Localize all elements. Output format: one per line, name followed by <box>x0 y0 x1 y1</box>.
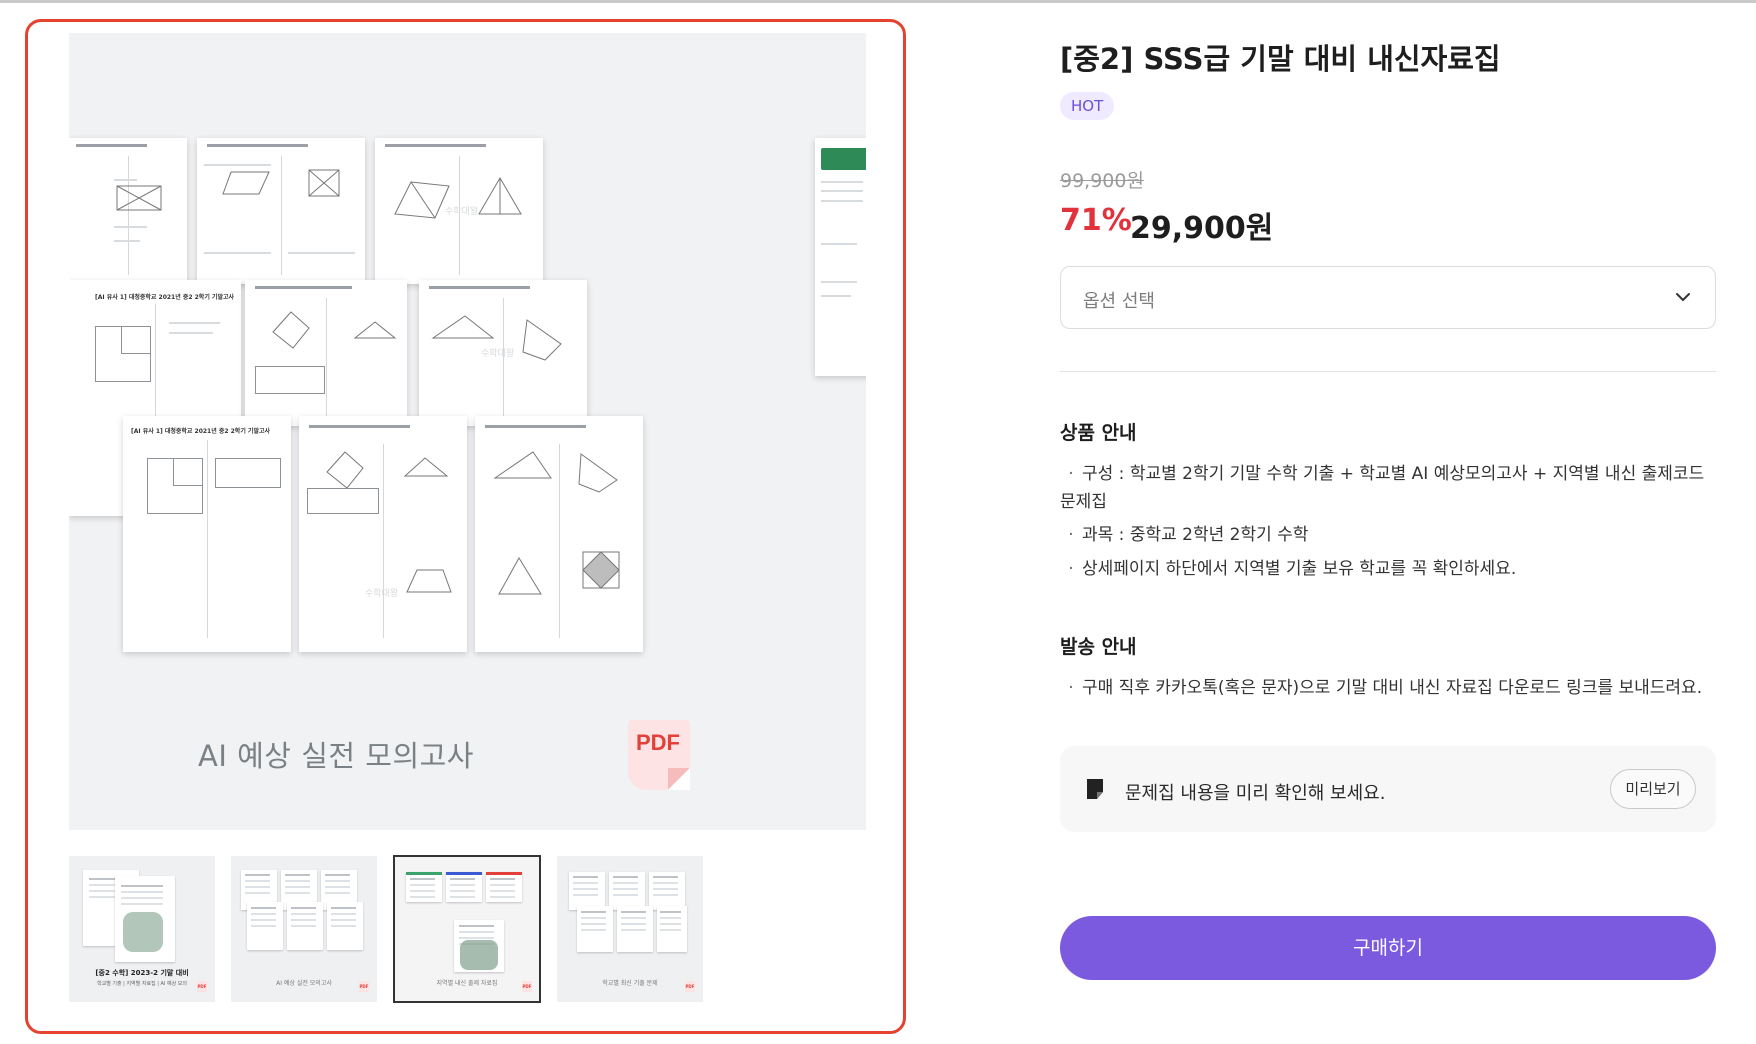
pdf-icon: PDF <box>628 720 690 790</box>
pdf-icon: PDF <box>359 981 369 992</box>
pdf-icon: PDF <box>685 981 695 992</box>
main-product-image[interactable]: 수학대왕 [AI 유사 1] 대청중학교 2021년 중2 2학기 기말고사 수… <box>69 33 866 830</box>
preview-box: 문제집 내용을 미리 확인해 보세요. 미리보기 <box>1060 746 1716 832</box>
preview-sheet-partial <box>815 138 866 376</box>
sheet-title: [AI 유사 1] 대청중학교 2021년 중2 2학기 기말고사 <box>131 428 271 435</box>
thumbnail-caption: AI 예상 실전 모의고사 <box>276 980 332 987</box>
chevron-down-icon <box>1676 293 1690 301</box>
preview-sheet: [AI 유사 1] 대청중학교 2021년 중2 2학기 기말고사 <box>123 416 291 652</box>
buy-button[interactable]: 구매하기 <box>1060 916 1716 980</box>
thumbnail-1[interactable]: [중2 수학] 2023-2 기말 대비 학교별 기출 | 지역별 자료집 | … <box>69 856 215 1002</box>
sheet-title: [AI 유사 1] 대청중학교 2021년 중2 2학기 기말고사 <box>95 294 235 301</box>
preview-sheet <box>197 138 365 284</box>
preview-sheet: 수학대왕 <box>419 280 587 426</box>
pdf-icon: PDF <box>522 981 532 992</box>
thumbnail-caption: 지역별 내신 출제 자료집 <box>436 980 498 987</box>
product-info-item: · 구성 : 학교별 2학기 기말 수학 기출 + 학교별 AI 예상모의고사 +… <box>1068 464 1705 484</box>
option-select[interactable]: 옵션 선택 <box>1060 266 1716 329</box>
discount-rate: 71% <box>1060 203 1132 238</box>
preview-text: 문제집 내용을 미리 확인해 보세요. <box>1125 783 1386 804</box>
preview-sheet <box>475 416 643 652</box>
pdf-icon: PDF <box>197 981 207 992</box>
product-info-item: 문제집 <box>1060 492 1107 512</box>
product-title: [중2] SSS급 기말 대비 내신자료집 <box>1060 42 1501 76</box>
preview-sheet: 수학대왕 <box>299 416 467 652</box>
document-icon <box>1087 779 1103 799</box>
sale-price: 29,900원 <box>1130 211 1274 246</box>
thumbnail-2[interactable]: AI 예상 실전 모의고사 PDF <box>231 856 377 1002</box>
preview-sheet: 수학대왕 <box>375 138 543 284</box>
preview-sheet <box>69 138 187 284</box>
thumbnail-caption: [중2 수학] 2023-2 기말 대비 <box>95 969 189 977</box>
thumbnail-4[interactable]: 학교별 최신 기출 문제 PDF <box>557 856 703 1002</box>
hot-badge: HOT <box>1060 92 1115 120</box>
thumbnail-subcaption: 학교별 기출 | 지역별 자료집 | AI 예상 모의 <box>97 981 187 987</box>
divider <box>1060 371 1716 372</box>
preview-button[interactable]: 미리보기 <box>1610 769 1696 809</box>
product-info-item: · 과목 : 중학교 2학년 2학기 수학 <box>1068 525 1309 545</box>
option-select-placeholder: 옵션 선택 <box>1083 291 1155 312</box>
original-price: 99,900원 <box>1060 170 1144 192</box>
preview-sheet <box>245 280 407 426</box>
product-info-item: · 상세페이지 하단에서 지역별 기출 보유 학교를 꼭 확인하세요. <box>1068 559 1517 579</box>
thumbnail-caption: 학교별 최신 기출 문제 <box>602 980 658 987</box>
top-border <box>0 0 1756 3</box>
shipping-info-item: · 구매 직후 카카오톡(혹은 문자)으로 기말 대비 내신 자료집 다운로드 링… <box>1068 678 1703 698</box>
product-info-heading: 상품 안내 <box>1060 422 1137 444</box>
shipping-info-heading: 발송 안내 <box>1060 636 1137 658</box>
main-image-caption: AI 예상 실전 모의고사 <box>198 739 474 773</box>
thumbnail-3[interactable]: 지역별 내신 출제 자료집 PDF <box>393 855 541 1003</box>
